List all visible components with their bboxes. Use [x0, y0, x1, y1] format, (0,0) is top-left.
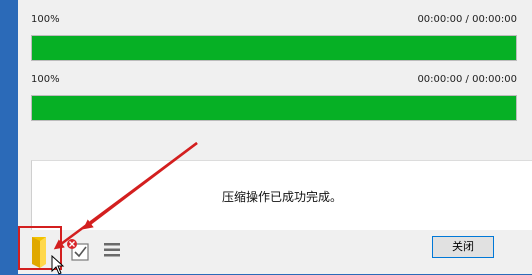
progress-percent: 100%	[31, 74, 60, 85]
progress-bar	[31, 95, 517, 121]
mouse-cursor-icon	[51, 255, 65, 275]
menu-button[interactable]	[102, 240, 122, 260]
progress-panel: 100% 00:00:00 / 00:00:00 100% 00:00:00 /…	[18, 0, 532, 160]
progress-percent: 100%	[31, 14, 60, 25]
status-message: 压缩操作已成功完成。	[221, 190, 342, 204]
menu-icon	[104, 243, 120, 257]
progress-bar-fill	[32, 36, 516, 60]
status-message-box: 压缩操作已成功完成。	[31, 160, 532, 230]
delete-check-icon	[67, 239, 89, 261]
progress-time: 00:00:00 / 00:00:00	[417, 14, 517, 25]
compression-dialog: 100% 00:00:00 / 00:00:00 100% 00:00:00 /…	[18, 0, 532, 274]
close-button[interactable]: 关闭	[432, 236, 494, 258]
bottom-toolbar: 关闭	[18, 226, 532, 274]
progress-time: 00:00:00 / 00:00:00	[417, 74, 517, 85]
delete-check-button[interactable]	[66, 238, 92, 264]
progress-bar	[31, 35, 517, 61]
progress-bar-fill	[32, 96, 516, 120]
